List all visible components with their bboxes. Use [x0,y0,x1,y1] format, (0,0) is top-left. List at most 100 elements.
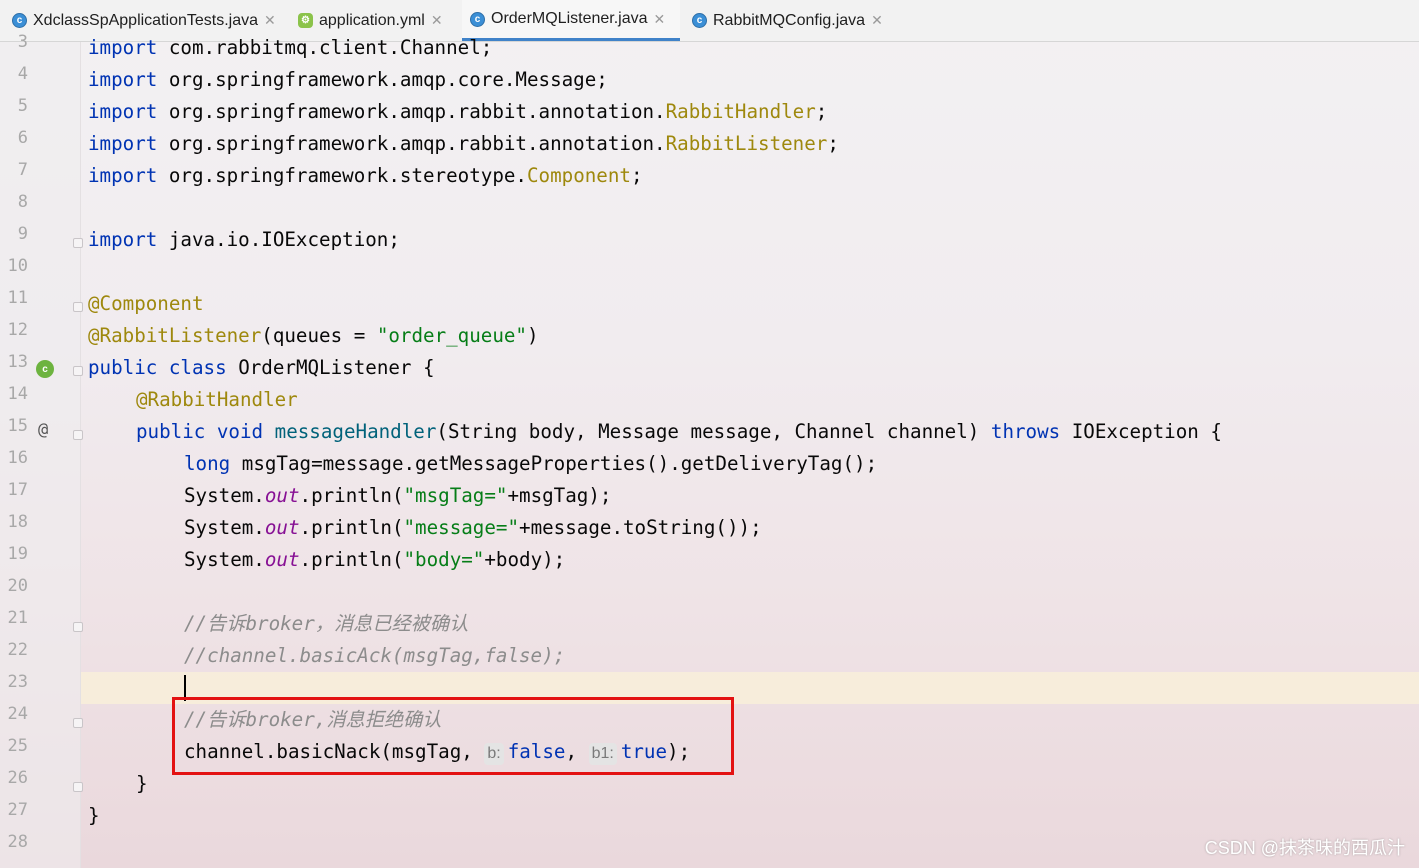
static-field: out [264,548,300,571]
line-number: 4 [17,64,28,84]
code-text: msgTag=message.getMessageProperties().ge… [230,452,878,475]
keyword: public [136,420,206,443]
line-number: 25 [7,736,28,756]
code-line-4: import org.springframework.amqp.core.Mes… [88,64,608,96]
annotation: @Component [88,292,204,315]
code-text: .println( [299,516,404,539]
code-line-17: System.out.println("msgTag="+msgTag); [184,480,611,512]
editor-gutter: 3 4 5 6 7 8 9 10 11 12 13 14 15 16 17 18… [0,32,83,868]
method-name: messageHandler [274,420,437,443]
fold-icon[interactable] [73,430,83,440]
close-icon[interactable]: ✕ [871,12,883,29]
java-class-icon: c [692,13,707,28]
code-text: OrderMQListener { [226,356,435,379]
line-number: 9 [17,224,28,244]
class-ref: RabbitHandler [665,100,816,123]
code-text: System. [184,516,265,539]
code-text: IOException { [1060,420,1222,443]
tab-label: application.yml [319,11,425,29]
keyword: throws [990,420,1061,443]
code-line-6: import org.springframework.amqp.rabbit.a… [88,128,839,160]
fold-icon[interactable] [73,718,83,728]
code-text: ; [827,132,839,155]
fold-icon[interactable] [73,366,83,376]
code-text: .println( [299,484,404,507]
code-line-19: System.out.println("body="+body); [184,544,565,576]
keyword: import [88,228,158,251]
keyword: long [184,452,231,475]
code-line-22: //channel.basicAck(msgTag,false); [184,644,566,667]
code-line-14: @RabbitHandler [136,384,298,416]
code-line-15: public void messageHandler(String body, … [136,416,1222,448]
line-number: 5 [17,96,28,116]
tab-order-mq-listener[interactable]: c OrderMQListener.java ✕ [462,0,680,41]
code-text: org.springframework.amqp.core.Message; [157,68,608,91]
tab-label: OrderMQListener.java [491,10,648,27]
keyword: import [88,164,158,187]
line-number: 15 [7,416,28,436]
override-at-icon[interactable]: @ [38,420,60,442]
code-line-18: System.out.println("message="+message.to… [184,512,762,544]
code-text: ; [815,100,828,123]
code-text: +body); [484,548,566,571]
fold-icon[interactable] [73,782,83,792]
code-line-9: import java.io.IOException; [88,224,400,256]
yml-file-icon: ⚙ [298,13,313,28]
line-number: 17 [7,480,28,500]
code-text: +msgTag); [507,484,612,507]
line-number: 8 [17,192,28,212]
static-field: out [264,516,300,539]
java-test-class-icon: c [12,13,27,28]
line-number: 20 [7,576,28,596]
close-icon[interactable]: ✕ [264,12,276,29]
code-text: .println( [299,548,404,571]
code-line-13: public class OrderMQListener { [88,352,435,384]
keyword: public [88,356,158,379]
tab-label: XdclassSpApplicationTests.java [33,11,259,29]
fold-icon[interactable] [73,302,83,312]
code-text: java.io.IOException; [157,228,400,251]
code-text: org.springframework.amqp.rabbit.annotati… [157,132,666,155]
code-text: ; [630,164,643,187]
line-number: 14 [7,384,28,404]
code-text: org.springframework.stereotype. [157,164,527,187]
fold-icon[interactable] [73,238,83,248]
line-number: 26 [7,768,28,788]
watermark: CSDN @抹茶味的西瓜汁 [1204,838,1405,858]
fold-icon[interactable] [73,622,83,632]
string-literal: "body=" [403,548,485,571]
keyword: import [88,36,158,59]
code-text: ) [527,324,539,347]
line-number: 22 [7,640,28,660]
line-number: 19 [7,544,28,564]
string-literal: "msgTag=" [403,484,508,507]
line-number: 12 [7,320,28,340]
keyword: import [88,68,158,91]
class-ref: RabbitListener [665,132,828,155]
line-number: 7 [17,160,28,180]
line-number: 16 [7,448,28,468]
annotation: @RabbitListener [88,324,262,347]
code-text: System. [184,484,265,507]
code-text: (queues = [261,324,377,347]
spring-bean-icon[interactable]: c [36,360,54,378]
code-line-12: @RabbitListener(queues = "order_queue") [88,320,539,352]
line-number: 18 [7,512,28,532]
keyword: class [168,356,227,379]
highlight-box [172,697,734,775]
line-number: 6 [17,128,28,148]
code-line-26: } [136,772,148,795]
class-ref: Component [526,164,631,187]
code-text: com.rabbitmq.client.Channel; [157,36,493,59]
java-class-icon: c [470,11,485,27]
code-line-21: //告诉broker，消息已经被确认 [184,612,469,635]
tab-label: RabbitMQConfig.java [713,11,866,29]
code-line-11: @Component [88,288,204,320]
static-field: out [264,484,300,507]
line-number: 11 [7,288,28,308]
close-icon[interactable]: ✕ [431,12,443,29]
tab-rabbitmq-config[interactable]: c RabbitMQConfig.java ✕ [684,0,894,41]
code-editor[interactable]: import com.rabbitmq.client.Channel; impo… [88,36,1408,827]
close-icon[interactable]: ✕ [654,11,666,28]
line-number: 13 [7,352,28,372]
